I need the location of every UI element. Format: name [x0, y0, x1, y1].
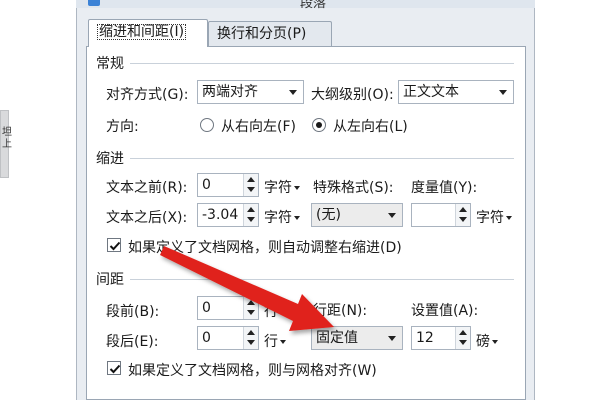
- outline-level-select[interactable]: 正文文本: [398, 80, 514, 104]
- spacing-before-unit[interactable]: 行: [264, 301, 286, 321]
- arrow-down-icon: [459, 217, 467, 222]
- line-spacing-select[interactable]: 固定值: [311, 326, 403, 350]
- measure-unit[interactable]: 字符: [476, 207, 512, 227]
- snap-grid-label[interactable]: 如果定义了文档网格，则与网格对齐(W): [128, 360, 377, 380]
- indent-after-label: 文本之后(X):: [106, 210, 188, 226]
- spacing-after-label: 段后(E):: [106, 334, 159, 350]
- chevron-down-icon: [294, 216, 300, 220]
- arrow-down-icon: [247, 310, 255, 315]
- spinner-buttons[interactable]: [455, 327, 470, 349]
- chevron-down-icon: [492, 340, 498, 344]
- chevron-down-icon: [280, 340, 286, 344]
- arrow-down-icon: [459, 340, 467, 345]
- auto-adjust-label[interactable]: 如果定义了文档网格，则自动调整右缩进(D): [128, 237, 402, 257]
- indent-after-value: -3.04: [202, 207, 239, 223]
- section-title-spacing: 间距: [96, 272, 124, 288]
- indent-after-unit-text: 字符: [264, 210, 292, 226]
- special-format-value: (无): [316, 207, 341, 223]
- arrow-up-icon: [247, 177, 255, 182]
- set-value-spinner[interactable]: 12: [411, 326, 471, 350]
- section-divider-general: [130, 63, 514, 64]
- alignment-label: 对齐方式(G):: [106, 87, 189, 103]
- spacing-after-spinner[interactable]: 0: [197, 326, 259, 350]
- set-value-unit[interactable]: 磅: [476, 331, 498, 351]
- section-divider-spacing: [130, 279, 514, 280]
- tab-indent-spacing-label: 缩进和间距(I): [97, 24, 187, 40]
- rtl-radio-label[interactable]: 从右向左(F): [221, 116, 296, 136]
- spinner-buttons[interactable]: [455, 204, 470, 226]
- measure-spinner[interactable]: [411, 203, 471, 227]
- set-value-label: 设置值(A):: [411, 303, 479, 319]
- indent-before-unit[interactable]: 字符: [264, 177, 300, 197]
- chevron-down-icon: [280, 310, 286, 314]
- special-format-select[interactable]: (无): [311, 203, 403, 227]
- dialog-title: 段落: [300, 0, 327, 11]
- arrow-down-icon: [247, 340, 255, 345]
- spacing-before-value: 0: [202, 300, 211, 316]
- auto-adjust-checkbox[interactable]: [107, 238, 121, 252]
- chevron-down-icon: [506, 216, 512, 220]
- alignment-select-value: 两端对齐: [202, 84, 258, 100]
- outline-level-select-value: 正文文本: [403, 84, 459, 100]
- indent-before-value: 0: [202, 177, 211, 193]
- arrow-up-icon: [459, 207, 467, 212]
- background-window: [0, 0, 76, 400]
- arrow-up-icon: [247, 207, 255, 212]
- special-format-label: 特殊格式(S):: [313, 180, 394, 196]
- indent-after-spinner[interactable]: -3.04: [197, 203, 259, 227]
- indent-before-spinner[interactable]: 0: [197, 173, 259, 197]
- spacing-after-value: 0: [202, 330, 211, 346]
- spinner-buttons[interactable]: [243, 297, 258, 319]
- arrow-down-icon: [247, 217, 255, 222]
- set-value-unit-text: 磅: [476, 334, 490, 350]
- indent-before-label: 文本之前(R):: [106, 180, 188, 196]
- rtl-radio[interactable]: [200, 118, 214, 132]
- background-window-right: [535, 0, 600, 400]
- section-title-general: 常规: [96, 56, 124, 72]
- spinner-buttons[interactable]: [243, 204, 258, 226]
- arrow-down-icon: [247, 187, 255, 192]
- chevron-down-icon: [499, 90, 507, 95]
- spacing-before-label: 段前(B):: [106, 304, 160, 320]
- section-divider-indent: [130, 158, 514, 159]
- arrow-up-icon: [247, 330, 255, 335]
- indent-after-unit[interactable]: 字符: [264, 207, 300, 227]
- direction-label: 方向:: [106, 119, 139, 135]
- alignment-select[interactable]: 两端对齐: [197, 80, 304, 104]
- tab-indent-spacing[interactable]: 缩进和间距(I): [88, 19, 208, 47]
- section-title-indent: 缩进: [96, 151, 124, 167]
- indent-before-unit-text: 字符: [264, 180, 292, 196]
- spinner-buttons[interactable]: [243, 327, 258, 349]
- ltr-radio-label[interactable]: 从左向右(L): [333, 116, 408, 136]
- ltr-radio[interactable]: [312, 118, 326, 132]
- background-side-tab: 坦 上: [0, 110, 12, 178]
- tab-line-page-breaks-label: 换行和分页(P): [217, 26, 307, 42]
- spacing-after-unit-text: 行: [264, 334, 278, 350]
- arrow-up-icon: [459, 330, 467, 335]
- measure-label: 度量值(Y):: [411, 180, 478, 196]
- app-icon: [88, 0, 100, 6]
- checkmark-icon: [109, 241, 121, 251]
- background-side-tab-text: 坦 上: [2, 127, 12, 150]
- line-spacing-value: 固定值: [316, 330, 358, 346]
- spacing-before-spinner[interactable]: 0: [197, 296, 259, 320]
- checkmark-icon: [109, 364, 121, 374]
- chevron-down-icon: [289, 90, 297, 95]
- chevron-down-icon: [388, 336, 396, 341]
- snap-grid-checkbox[interactable]: [107, 361, 121, 375]
- set-value-value: 12: [416, 330, 434, 346]
- spacing-after-unit[interactable]: 行: [264, 331, 286, 351]
- measure-unit-text: 字符: [476, 210, 504, 226]
- tab-line-page-breaks[interactable]: 换行和分页(P): [208, 21, 332, 46]
- line-spacing-label: 行距(N):: [313, 303, 368, 319]
- arrow-up-icon: [247, 300, 255, 305]
- chevron-down-icon: [388, 213, 396, 218]
- spinner-buttons[interactable]: [243, 174, 258, 196]
- chevron-down-icon: [294, 186, 300, 190]
- spacing-before-unit-text: 行: [264, 304, 278, 320]
- outline-level-label: 大纲级别(O):: [311, 87, 394, 103]
